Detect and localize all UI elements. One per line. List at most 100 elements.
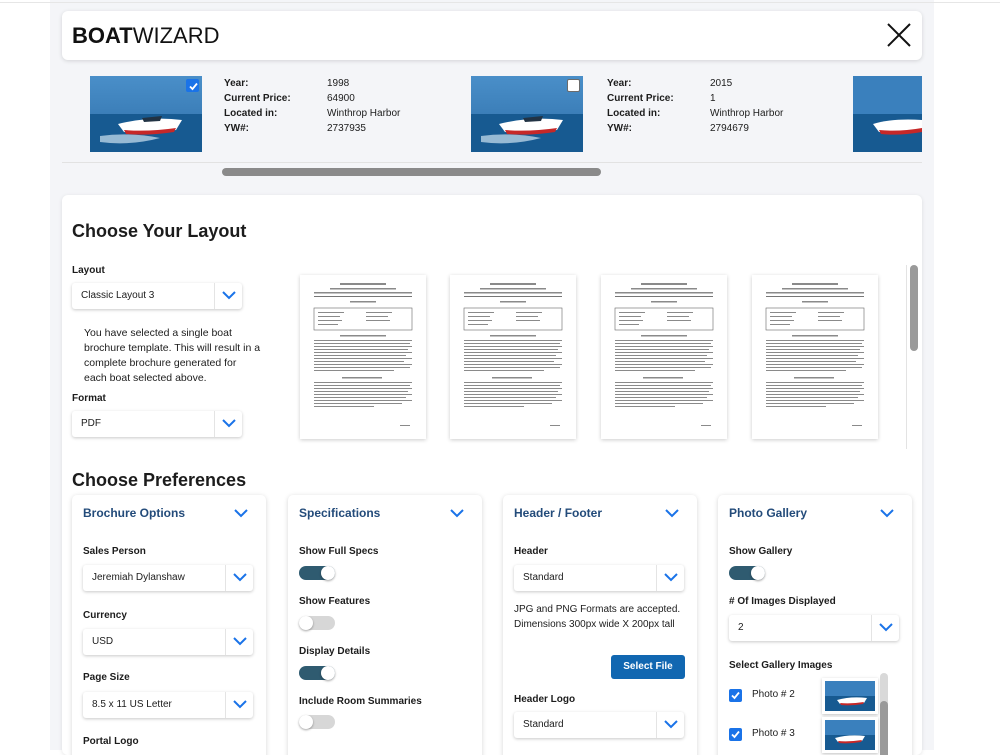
sales-person-value: Jeremiah Dylanshaw [92,572,185,583]
price-value: 1 [710,93,716,104]
toggle-knob [751,566,765,580]
sales-person-label: Sales Person [83,546,146,557]
page-size-value: 8.5 x 11 US Letter [92,699,172,710]
sales-person-select[interactable]: Jeremiah Dylanshaw [83,565,253,591]
gallery-image-thumbnail [822,678,878,714]
year-label: Year: [607,78,632,89]
gallery-image-label: Photo # 2 [752,689,795,700]
gallery-scrollbar[interactable] [880,701,888,755]
year-value: 1998 [327,78,350,89]
sales-person-toggle[interactable] [225,565,253,591]
layout-label: Layout [72,265,105,276]
header-label: Header [514,546,548,557]
format-select[interactable]: PDF [72,411,242,437]
currency-toggle[interactable] [225,629,253,655]
header-value: Standard [523,572,564,583]
chevron-down-icon [222,419,236,428]
show-features-label: Show Features [299,596,371,607]
brochure-options-title[interactable]: Brochure Options [83,506,185,520]
layout-select-value: Classic Layout 3 [81,290,155,301]
boat-photo[interactable] [853,76,922,152]
page-size-select[interactable]: 8.5 x 11 US Letter [83,692,253,718]
checkmark-icon [731,691,740,700]
layout-thumbnail-1[interactable] [300,275,426,439]
toggle-knob [299,616,313,630]
images-displayed-select[interactable]: 2 [729,615,899,641]
chevron-down-icon [664,573,678,582]
checkmark-icon [189,82,198,91]
price-value: 64900 [327,93,355,104]
photo-gallery-title[interactable]: Photo Gallery [729,506,807,520]
boat-details: Year: 2015 Current Price: 1 Located in: … [607,77,827,137]
header-footer-card: Header / Footer Header Standard JPG and … [503,495,697,755]
layout-thumbnail-2[interactable] [450,275,576,439]
thumbnail-scroll-track [906,265,907,449]
toggle-knob [321,566,335,580]
format-select-toggle[interactable] [214,411,242,437]
format-select-value: PDF [81,418,101,429]
show-gallery-label: Show Gallery [729,546,793,557]
chevron-down-icon[interactable] [234,509,248,518]
page-size-toggle[interactable] [225,692,253,718]
layout-description: You have selected a single boat brochure… [84,327,261,384]
toggle-knob [299,715,313,729]
header-toggle[interactable] [656,565,684,591]
yw-label: YW#: [224,123,249,134]
select-gallery-images-label: Select Gallery Images [729,660,833,671]
gallery-image-thumbnail [822,717,878,753]
app-header: BOATWIZARD [62,11,922,60]
preferences-section-title: Choose Preferences [72,470,247,490]
layout-select-toggle[interactable] [214,283,242,309]
show-full-specs-toggle[interactable] [299,566,335,580]
include-room-summaries-toggle[interactable] [299,715,335,729]
show-gallery-toggle[interactable] [729,566,765,580]
location-label: Located in: [224,108,278,119]
chevron-down-icon [222,291,236,300]
yw-label: YW#: [607,123,632,134]
show-full-specs-label: Show Full Specs [299,546,379,557]
gallery-image-checkbox[interactable] [729,728,742,741]
layout-select[interactable]: Classic Layout 3 [72,283,242,309]
checkmark-icon [731,730,740,739]
header-select[interactable]: Standard [514,565,684,591]
layout-thumbnail-4[interactable] [752,275,878,439]
header-logo-select[interactable]: Standard [514,712,684,738]
brochure-options-card: Brochure Options Sales Person Jeremiah D… [72,495,266,755]
thumbnail-scrollbar[interactable] [910,265,918,351]
photo-gallery-card: Photo Gallery Show Gallery # Of Images D… [718,495,912,755]
chevron-down-icon[interactable] [665,509,679,518]
price-label: Current Price: [607,93,674,104]
close-icon[interactable] [884,20,914,50]
location-label: Located in: [607,108,661,119]
price-label: Current Price: [224,93,291,104]
layout-thumbnail-3[interactable] [601,275,727,439]
format-label: Format [72,393,106,404]
display-details-label: Display Details [299,646,371,657]
header-logo-toggle[interactable] [656,712,684,738]
header-footer-title[interactable]: Header / Footer [514,506,602,520]
specifications-title[interactable]: Specifications [299,506,380,520]
images-displayed-toggle[interactable] [871,615,899,641]
chevron-down-icon[interactable] [880,509,894,518]
currency-label: Currency [83,610,127,621]
chevron-down-icon [233,700,247,709]
gallery-image-checkbox[interactable] [729,689,742,702]
specifications-card: Specifications Show Full Specs Show Feat… [288,495,482,755]
header-logo-label: Header Logo [514,694,576,705]
app-logo: BOATWIZARD [72,23,219,49]
carousel-scrollbar[interactable] [222,168,601,176]
images-displayed-label: # Of Images Displayed [729,596,836,607]
boat-card[interactable]: Year: 2015 Current Price: 1 Located in: … [471,76,831,152]
header-logo-value: Standard [523,719,564,730]
boat-select-checkbox[interactable] [186,79,199,92]
yw-value: 2794679 [710,123,749,134]
location-value: Winthrop Harbor [327,108,401,119]
currency-select[interactable]: USD [83,629,253,655]
boat-select-checkbox[interactable] [567,79,580,92]
boat-details: Year: 1998 Current Price: 64900 Located … [224,77,444,137]
show-features-toggle[interactable] [299,616,335,630]
select-file-button[interactable]: Select File [611,655,685,679]
boat-card[interactable]: Year: 1998 Current Price: 64900 Located … [90,76,450,152]
display-details-toggle[interactable] [299,666,335,680]
chevron-down-icon[interactable] [450,509,464,518]
